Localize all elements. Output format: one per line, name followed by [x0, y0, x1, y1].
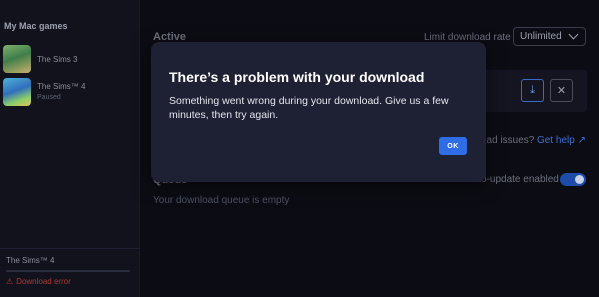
game-status: Paused — [37, 94, 61, 101]
download-error-dialog: There’s a problem with your download Som… — [151, 42, 486, 182]
chevron-down-icon — [568, 29, 579, 40]
get-help-link[interactable]: Get help ↗ — [537, 135, 586, 146]
sidebar: My Mac games The Sims 3 The Sims™ 4 Paus… — [0, 0, 140, 297]
download-rate-select[interactable]: Unlimited — [513, 27, 586, 46]
download-rate-value: Unlimited — [520, 31, 562, 42]
sidebar-game-sims-3[interactable]: The Sims 3 — [3, 45, 77, 73]
warning-icon: ⚠ — [6, 277, 14, 286]
download-icon: ⤓ — [530, 84, 535, 96]
download-error-text: Download error — [16, 277, 71, 286]
cancel-download-button[interactable]: ✕ — [550, 79, 573, 102]
current-download-name: The Sims™ 4 — [6, 256, 55, 265]
game-thumbnail — [3, 45, 31, 73]
sidebar-title: My Mac games — [4, 21, 68, 31]
game-name: The Sims™ 4 — [37, 82, 86, 91]
close-icon: ✕ — [556, 85, 567, 97]
resume-download-button[interactable]: ⤓ — [521, 79, 544, 102]
game-name: The Sims 3 — [37, 54, 78, 64]
dialog-body: Something went wrong during your downloa… — [169, 95, 449, 121]
queue-empty-message: Your download queue is empty — [153, 195, 290, 206]
download-progress-bar — [6, 270, 130, 272]
dialog-title: There’s a problem with your download — [169, 69, 425, 85]
current-download-panel[interactable]: The Sims™ 4 ⚠ Download error — [0, 248, 140, 297]
download-issues-text: oad issues? — [481, 135, 535, 146]
auto-update-toggle[interactable] — [560, 173, 586, 186]
game-thumbnail — [3, 78, 31, 106]
toggle-knob — [575, 175, 584, 184]
download-error-status: ⚠ Download error — [6, 277, 71, 286]
ok-button[interactable]: OK — [439, 137, 467, 155]
sidebar-game-sims-4[interactable]: The Sims™ 4 Paused — [3, 78, 85, 106]
